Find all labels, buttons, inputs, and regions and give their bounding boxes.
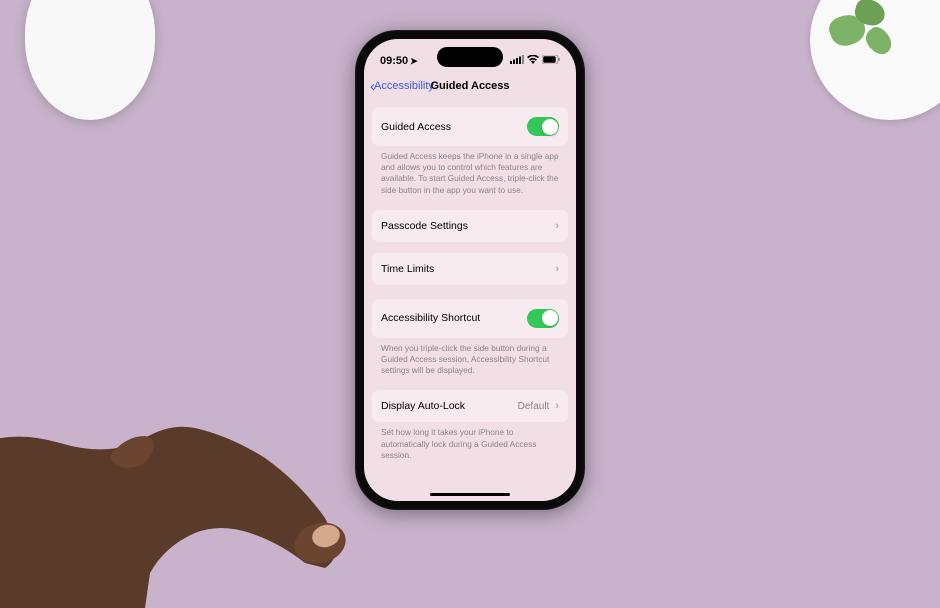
row-time-limits[interactable]: Time Limits ›	[372, 253, 568, 285]
group-settings: Passcode Settings › Time Limits ›	[372, 210, 568, 285]
accessibility-shortcut-toggle[interactable]	[527, 309, 559, 328]
settings-content: Guided Access Guided Access keeps the iP…	[364, 103, 576, 479]
chevron-right-icon: ›	[555, 400, 559, 412]
hand	[0, 288, 390, 608]
group-shortcut: Accessibility Shortcut When you triple-c…	[372, 299, 568, 377]
row-label: Time Limits	[381, 263, 434, 275]
home-indicator[interactable]	[430, 493, 510, 497]
row-label: Accessibility Shortcut	[381, 312, 480, 324]
page-title: Guided Access	[430, 80, 509, 92]
footer-guided-access: Guided Access keeps the iPhone in a sing…	[372, 146, 568, 196]
row-display-autolock[interactable]: Display Auto-Lock Default ›	[372, 390, 568, 422]
chevron-right-icon: ›	[555, 220, 559, 232]
back-button[interactable]: ‹ Accessibility	[370, 78, 434, 95]
plant-pot	[810, 0, 940, 120]
row-label: Passcode Settings	[381, 220, 468, 232]
iphone-device: 09:50 ➤ ‹ Acce	[355, 30, 585, 510]
row-value: Default	[518, 401, 550, 412]
dynamic-island	[437, 47, 503, 67]
status-time: 09:50	[380, 55, 408, 67]
row-accessibility-shortcut[interactable]: Accessibility Shortcut	[372, 299, 568, 338]
row-label: Guided Access	[381, 121, 451, 133]
row-passcode-settings[interactable]: Passcode Settings ›	[372, 210, 568, 242]
row-guided-access-toggle[interactable]: Guided Access	[372, 107, 568, 146]
location-icon: ➤	[410, 56, 418, 67]
scene: 09:50 ➤ ‹ Acce	[0, 0, 940, 528]
wifi-icon	[527, 55, 539, 67]
group-guided-access: Guided Access Guided Access keeps the iP…	[372, 107, 568, 196]
battery-icon	[542, 55, 560, 67]
guided-access-toggle[interactable]	[527, 117, 559, 136]
row-label: Display Auto-Lock	[381, 400, 465, 412]
back-label: Accessibility	[374, 80, 434, 92]
nav-bar: ‹ Accessibility Guided Access	[364, 73, 576, 103]
footer-autolock: Set how long it takes your iPhone to aut…	[372, 422, 568, 461]
cellular-icon	[510, 55, 524, 67]
footer-shortcut: When you triple-click the side button du…	[372, 338, 568, 377]
chevron-right-icon: ›	[555, 263, 559, 275]
group-autolock: Display Auto-Lock Default › Set how long…	[372, 390, 568, 461]
apple-mouse	[25, 0, 155, 120]
iphone-screen: 09:50 ➤ ‹ Acce	[364, 39, 576, 501]
